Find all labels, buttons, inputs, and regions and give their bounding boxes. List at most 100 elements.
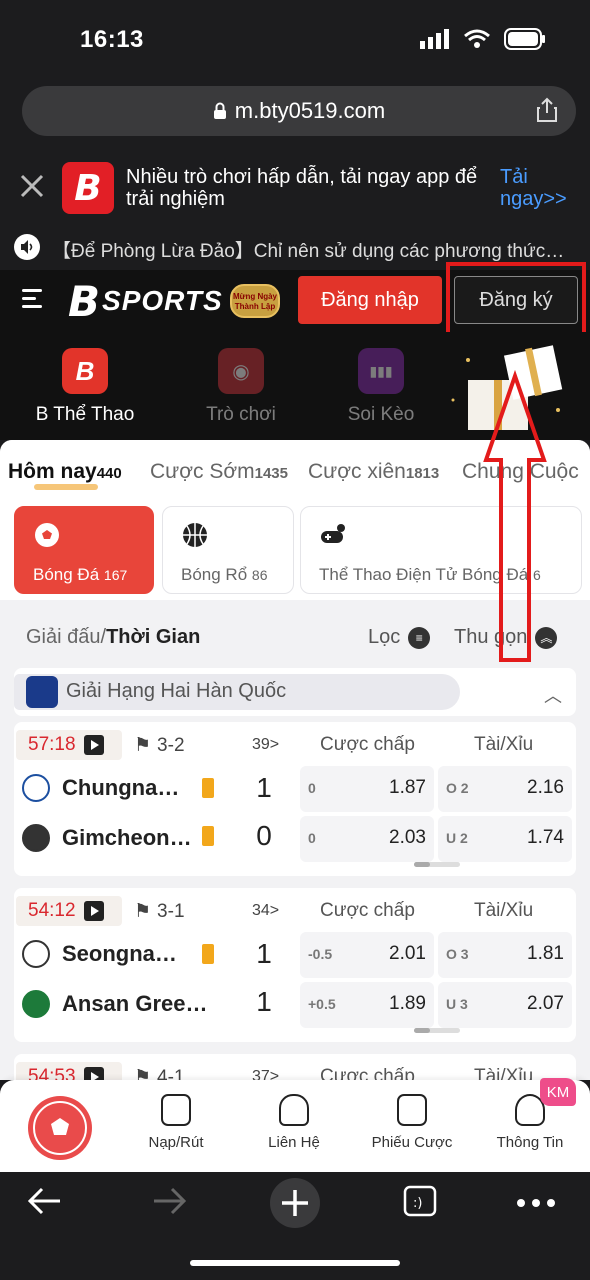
tab-lien-he[interactable]: Liên Hệ	[244, 1094, 344, 1151]
yellow-card-icon	[202, 826, 214, 846]
active-tab-indicator	[34, 484, 98, 490]
brand-sports: SPORTS	[102, 285, 223, 316]
home-team: Seongna…	[22, 934, 262, 974]
soccer-ball-icon[interactable]	[28, 1096, 92, 1160]
odds-button[interactable]: -0.5 2.01	[300, 932, 434, 978]
corner-count: ⚑ 3-1	[134, 900, 185, 923]
match-card: 57:18 ⚑ 3-2 39> Cược chấp Tài/Xỉu Chungna…	[14, 722, 576, 876]
odds-button[interactable]: U 3 2.07	[438, 982, 572, 1028]
brand-b: B	[68, 276, 101, 326]
home-team: Chungna…	[22, 768, 262, 808]
tab-cuoc-xien[interactable]: Cược xiên1813	[308, 460, 439, 484]
home-indicator	[190, 1260, 400, 1266]
forward-icon[interactable]	[152, 1186, 188, 1216]
signal-icon	[420, 29, 449, 49]
login-button[interactable]: Đăng nhập	[298, 276, 442, 324]
brand-logo[interactable]: B SPORTS	[68, 277, 223, 326]
more-options-icon[interactable]	[516, 1198, 556, 1208]
menu-icon[interactable]	[22, 288, 44, 310]
new-tab-icon[interactable]	[268, 1176, 322, 1230]
corner-flag-icon: ⚑	[134, 1067, 152, 1080]
basketball-icon	[183, 523, 207, 547]
filter-icon: ≡	[408, 626, 431, 649]
away-score: 0	[256, 820, 272, 851]
notice-text: 【Để Phòng Lừa Đảo】Chỉ nên sử dụng các ph…	[52, 241, 565, 262]
odds-button[interactable]: O 3 1.81	[438, 932, 572, 978]
team-logo	[22, 824, 50, 852]
match-clock: 54:53	[16, 1062, 122, 1080]
over-under-header: Tài/Xỉu	[474, 734, 534, 755]
over-under-header: Tài/Xỉu	[474, 1066, 534, 1080]
app-logo: B	[62, 162, 114, 214]
corner-count: ⚑ 3-2	[134, 734, 185, 757]
odds-button[interactable]: U 2 1.74	[438, 816, 572, 862]
url-bar[interactable]: m.bty0519.com	[22, 86, 576, 136]
status-icons	[420, 28, 546, 50]
sport-bong-ro[interactable]: Bóng Rổ 86	[162, 506, 294, 594]
match-clock: 57:18	[16, 730, 122, 760]
tab-cuoc-som[interactable]: Cược Sớm1435	[150, 460, 288, 484]
tab-hom-nay[interactable]: Hôm nay440	[8, 460, 122, 484]
sort-toggle[interactable]: Giải đấu/Thời Gian	[26, 626, 200, 649]
market-scroll-indicator	[414, 862, 460, 867]
register-highlight	[446, 262, 586, 338]
nav-b-the-thao[interactable]: B B Thể Thao	[30, 348, 140, 426]
status-time: 16:13	[80, 26, 144, 53]
away-team: Gimcheon…	[22, 818, 262, 858]
live-stream-icon[interactable]	[83, 1067, 104, 1080]
share-icon[interactable]	[536, 97, 558, 123]
live-stream-icon[interactable]	[83, 735, 104, 755]
team-logo	[22, 990, 50, 1018]
more-markets-link[interactable]: 37>	[252, 1068, 279, 1080]
match-card: 54:53 ⚑ 4-1 37> Cược chấp Tài/Xỉu	[14, 1054, 576, 1080]
more-markets-link[interactable]: 34>	[252, 902, 279, 920]
nav-soi-keo[interactable]: ▮▮▮ Soi Kèo	[326, 348, 436, 426]
url-text: m.bty0519.com	[234, 98, 386, 123]
promo-text: Nhiều trò chơi hấp dẫn, tải ngay app để …	[126, 166, 478, 210]
speaker-icon	[14, 234, 40, 260]
odds-button[interactable]: O 2 2.16	[438, 766, 572, 812]
filter-button[interactable]: Lọc ≡	[368, 626, 431, 649]
more-markets-link[interactable]: 39>	[252, 736, 279, 754]
anniversary-badge: Mừng Ngày Thành Lập	[230, 284, 280, 318]
league-header[interactable]: Giải Hạng Hai Hàn Quốc ︿	[14, 668, 576, 716]
close-icon[interactable]	[18, 172, 46, 200]
tabs-icon[interactable]: :)	[402, 1184, 438, 1218]
odds-button[interactable]: 0 2.03	[300, 816, 434, 862]
corner-flag-icon: ⚑	[134, 901, 152, 922]
status-bar: 16:13	[0, 0, 590, 80]
bottom-tab-bar: Nạp/Rút Liên Hệ Phiếu Cược Thông Tin	[0, 1080, 590, 1172]
nav-tro-choi[interactable]: ◉ Trò chơi	[186, 348, 296, 426]
download-app-link[interactable]: Tải ngay>>	[500, 166, 580, 210]
handicap-header: Cược chấp	[320, 900, 415, 921]
km-badge[interactable]: KM	[540, 1078, 576, 1106]
tab-phieu-cuoc[interactable]: Phiếu Cược	[362, 1094, 462, 1151]
away-team: Ansan Gree…	[22, 984, 262, 1024]
support-icon	[279, 1094, 309, 1126]
b-sports-icon: B	[62, 348, 108, 394]
annotation-arrow	[483, 370, 547, 662]
match-card: 54:12 ⚑ 3-1 34> Cược chấp Tài/Xỉu Seongna…	[14, 888, 576, 1042]
live-stream-icon[interactable]	[83, 901, 104, 921]
yellow-card-icon	[202, 944, 214, 964]
back-icon[interactable]	[26, 1186, 62, 1216]
gamepad-icon	[321, 524, 345, 543]
away-score: 1	[256, 986, 272, 1017]
svg-text::): :)	[413, 1196, 422, 1211]
k-league-logo	[26, 676, 58, 708]
league-name: Giải Hạng Hai Hàn Quốc	[66, 680, 287, 702]
betslip-icon	[397, 1094, 427, 1126]
app-promo-banner: B Nhiều trò chơi hấp dẫn, tải ngay app đ…	[0, 152, 590, 224]
odds-button[interactable]: +0.5 1.89	[300, 982, 434, 1028]
team-logo	[22, 774, 50, 802]
battery-icon	[504, 28, 545, 50]
sport-bong-da[interactable]: Bóng Đá 167	[14, 506, 154, 594]
corner-flag-icon: ⚑	[134, 735, 152, 756]
tab-nap-rut[interactable]: Nạp/Rút	[126, 1094, 226, 1151]
wallet-icon	[161, 1094, 191, 1126]
lock-icon	[213, 102, 226, 119]
chevron-up-icon[interactable]: ︿	[544, 682, 562, 708]
odds-button[interactable]: 0 1.87	[300, 766, 434, 812]
soccer-ball-icon	[35, 523, 59, 547]
yellow-card-icon	[202, 778, 214, 798]
